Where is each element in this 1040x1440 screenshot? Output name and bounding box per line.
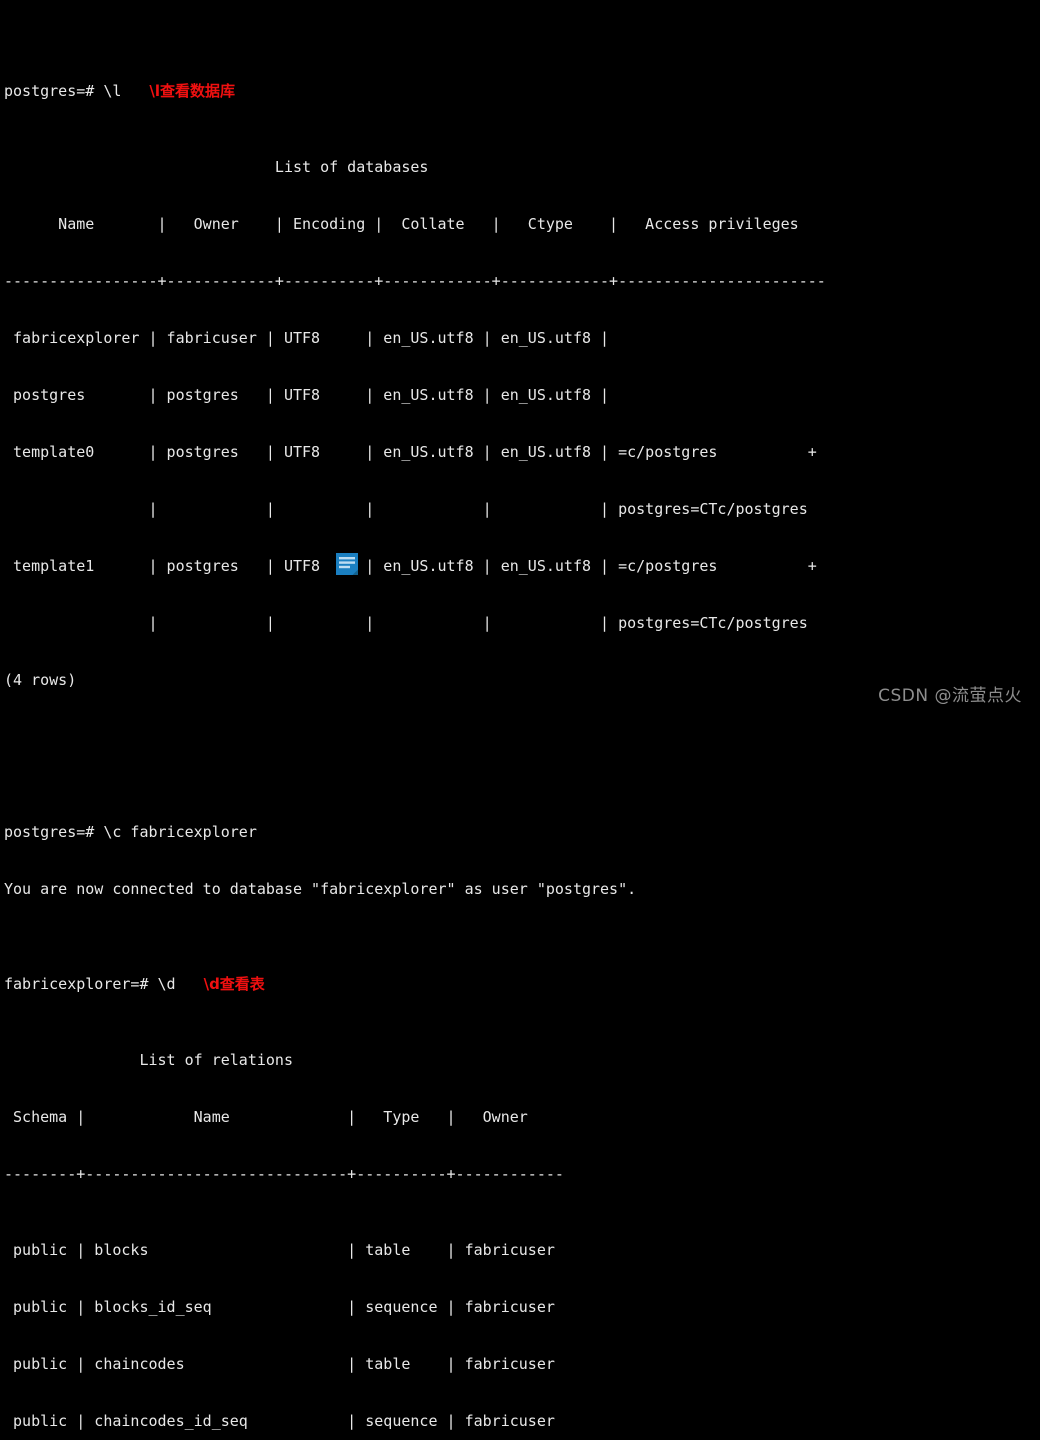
relations-table-separator: --------+-----------------------------+-…	[4, 1165, 564, 1183]
databases-table-caption: List of databases	[4, 158, 429, 176]
prompt-command-d: fabricexplorer=# \d	[4, 975, 176, 993]
databases-table-header: Name | Owner | Encoding | Collate | Ctyp…	[4, 215, 799, 233]
table-row-continuation: | | | | | postgres=CTc/postgres	[4, 614, 808, 632]
csdn-watermark: CSDN @流萤点火	[878, 686, 1022, 706]
relations-table-caption: List of relations	[4, 1051, 293, 1069]
terminal-line-connected-message: You are now connected to database "fabri…	[4, 880, 637, 898]
table-row: template0 | postgres | UTF8 | en_US.utf8…	[4, 443, 817, 461]
table-row: template1 | postgres | UTF8 | en_US.utf8…	[4, 557, 817, 575]
terminal-line-prompt-list-databases: postgres=# \l \l查看数据库	[4, 82, 1040, 101]
terminal-window[interactable]: postgres=# \l \l查看数据库 List of databases N…	[0, 0, 1040, 1430]
table-row: public | chaincodes_id_seq | sequence | …	[4, 1412, 555, 1430]
prompt-command-l: postgres=# \l	[4, 82, 122, 100]
table-row: public | blocks_id_seq | sequence | fabr…	[4, 1298, 555, 1316]
annotation-list-tables: \d查看表	[203, 975, 265, 993]
databases-table-separator: -----------------+------------+---------…	[4, 272, 826, 290]
table-row: postgres | postgres | UTF8 | en_US.utf8 …	[4, 386, 610, 404]
terminal-line-prompt-list-tables: fabricexplorer=# \d \d查看表	[4, 975, 1040, 994]
terminal-line-prompt-connect: postgres=# \c fabricexplorer	[4, 823, 257, 841]
annotation-list-databases: \l查看数据库	[149, 82, 236, 100]
relations-table-header: Schema | Name | Type | Owner	[4, 1108, 528, 1126]
table-row: public | blocks | table | fabricuser	[4, 1241, 555, 1259]
table-row-continuation: | | | | | postgres=CTc/postgres	[4, 500, 808, 518]
table-row: fabricexplorer | fabricuser | UTF8 | en_…	[4, 329, 610, 347]
table-row: public | chaincodes | table | fabricuser	[4, 1355, 555, 1373]
